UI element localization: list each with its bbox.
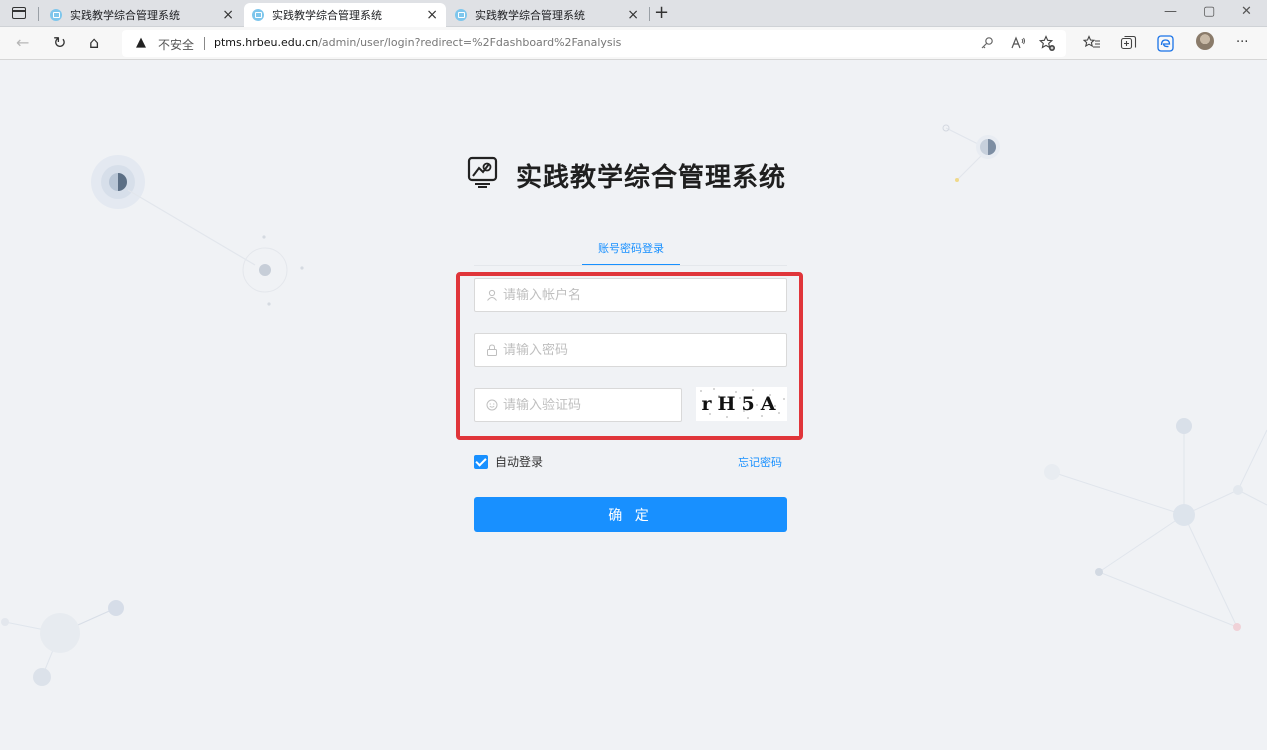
favorites-icon[interactable] xyxy=(1083,35,1101,51)
url-text[interactable]: ptms.hrbeu.edu.cn/admin/user/login?redir… xyxy=(214,36,621,49)
tab-separator xyxy=(649,7,650,21)
key-icon[interactable] xyxy=(980,36,994,50)
more-icon[interactable]: ··· xyxy=(1236,33,1248,53)
tab-title: 实践教学综合管理系统 xyxy=(272,9,382,22)
new-tab-icon[interactable]: + xyxy=(654,3,669,23)
tab-separator xyxy=(38,7,39,21)
tab-underline-divider xyxy=(474,265,787,266)
warning-icon[interactable]: ▲ xyxy=(136,35,146,50)
url-divider xyxy=(204,37,205,50)
auto-login-label: 自动登录 xyxy=(495,455,544,469)
checkbox-checked-icon[interactable] xyxy=(474,454,488,469)
tab-title: 实践教学综合管理系统 xyxy=(70,9,180,22)
edge-icon[interactable] xyxy=(1157,35,1174,52)
tab-close-icon[interactable]: × xyxy=(627,8,639,22)
reload-icon[interactable]: ↻ xyxy=(53,33,66,53)
tab-close-icon[interactable]: × xyxy=(222,8,234,22)
auto-login-checkbox[interactable]: 自动登录 xyxy=(474,453,543,470)
home-icon[interactable]: ⌂ xyxy=(89,33,99,53)
tab-account-password-login[interactable]: 账号密码登录 xyxy=(582,240,680,266)
address-bar[interactable]: ▲ 不安全 ptms.hrbeu.edu.cn/admin/user/login… xyxy=(122,30,1066,57)
app-logo-icon xyxy=(467,156,498,188)
close-window-icon[interactable]: ✕ xyxy=(1241,4,1252,19)
minimize-icon[interactable]: — xyxy=(1164,4,1177,19)
collections-icon[interactable] xyxy=(1120,35,1137,52)
add-favorite-icon[interactable] xyxy=(1039,35,1056,52)
tab-close-icon[interactable]: × xyxy=(426,8,438,22)
site-favicon-icon xyxy=(252,9,264,21)
tab-actions-icon[interactable] xyxy=(12,7,26,19)
highlight-annotation-box xyxy=(456,272,803,440)
browser-tab-1[interactable]: 实践教学综合管理系统 × xyxy=(42,3,242,27)
url-path: /admin/user/login?redirect=%2Fdashboard%… xyxy=(318,36,622,49)
tab-title: 实践教学综合管理系统 xyxy=(475,9,585,22)
login-page: 实践教学综合管理系统 账号密码登录 请输入帐户名 请输入验证码 rH5A 自动登… xyxy=(0,60,1267,750)
url-host: ptms.hrbeu.edu.cn xyxy=(214,36,319,49)
submit-button[interactable]: 确 定 xyxy=(474,497,787,532)
read-aloud-icon[interactable] xyxy=(1010,35,1026,51)
browser-tab-2[interactable]: 实践教学综合管理系统 × xyxy=(244,3,446,27)
back-icon[interactable]: ← xyxy=(16,33,29,53)
app-title: 实践教学综合管理系统 xyxy=(516,163,787,193)
restore-icon[interactable]: ▢ xyxy=(1203,4,1215,19)
forgot-password-link[interactable]: 忘记密码 xyxy=(738,454,782,470)
security-label[interactable]: 不安全 xyxy=(158,36,194,53)
site-favicon-icon xyxy=(455,9,467,21)
profile-avatar[interactable] xyxy=(1196,32,1214,50)
site-favicon-icon xyxy=(50,9,62,21)
browser-tab-3[interactable]: 实践教学综合管理系统 × xyxy=(447,3,647,27)
browser-toolbar: ← ↻ ⌂ ▲ 不安全 ptms.hrbeu.edu.cn/admin/user… xyxy=(0,27,1267,60)
tab-strip: 实践教学综合管理系统 × 实践教学综合管理系统 × 实践教学综合管理系统 × +… xyxy=(0,0,1267,27)
